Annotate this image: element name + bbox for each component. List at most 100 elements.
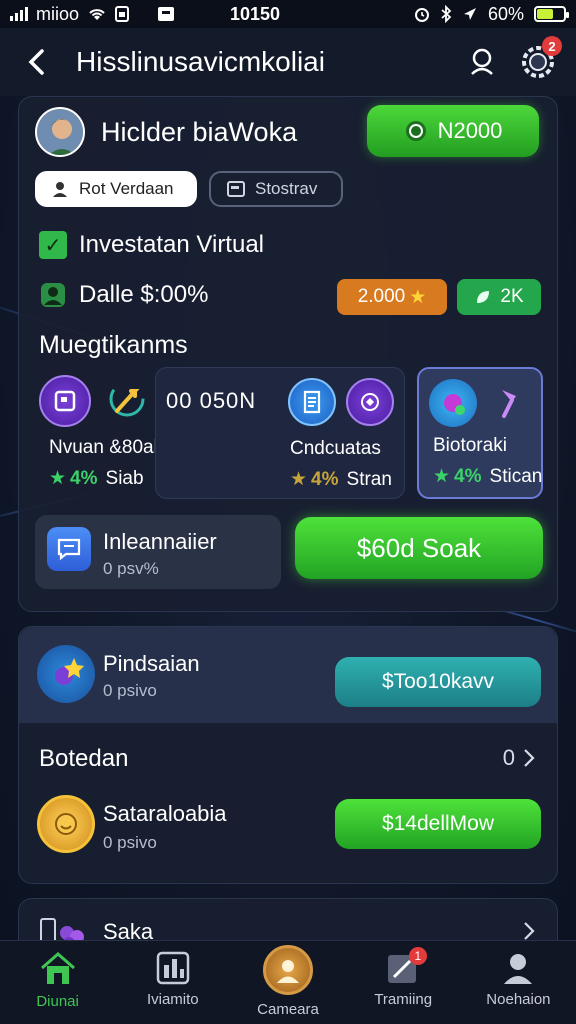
account-tab-secondary-label: Stostrav [255, 179, 318, 198]
wifi-icon [89, 9, 105, 20]
info-title: Inleannaiier [103, 529, 217, 554]
notification-app-icon [158, 7, 175, 21]
nav-training-badge: 1 [408, 947, 427, 965]
leaf-icon [477, 291, 490, 303]
offer-row-2-title: Sataraloabia [103, 801, 227, 826]
home-icon [40, 952, 75, 984]
check-icon: ✓ [39, 231, 67, 259]
daily-row: Dalle $:00% [39, 281, 208, 309]
tile-2-sub: ★ 4% Stran [290, 468, 392, 491]
tile-1-sub: ★ 4% Siab [49, 467, 144, 490]
offer-row-2-sub: 0 psivo [103, 833, 157, 852]
category-tile-3[interactable]: Biotoraki ★ 4% Stican [417, 367, 543, 499]
category-tile-1[interactable]: Nvuan &80akdat ★ 4% Siab [29, 367, 190, 499]
invest-row[interactable]: ✓ Investatan Virtual [39, 231, 264, 259]
invest-label: Investatan Virtual [79, 231, 265, 258]
search-icon [471, 48, 493, 75]
document-icon [288, 378, 336, 426]
nav-item-home[interactable]: Diunai [0, 941, 115, 1024]
account-tab-primary-label: Rot Verdaan [79, 179, 174, 198]
coin-value: 2.000 [357, 286, 406, 307]
battery-fill [537, 9, 553, 19]
location-icon [463, 8, 476, 20]
chevron-left-icon [28, 49, 44, 75]
offer-row-1-title: Pindsaian [103, 651, 200, 676]
star-gem-icon [37, 645, 95, 703]
card-icon [227, 181, 245, 197]
hammer-icon [487, 379, 535, 427]
profile-card: Hiclder biaWoka N2000 Rot Verdaan Stostr… [18, 96, 558, 612]
info-box[interactable]: Inleannaiier 0 psv% [35, 515, 281, 589]
camera-avatar-icon [263, 945, 313, 995]
coin-chip[interactable]: 2.000 ★ [337, 279, 447, 315]
nav-item-stats[interactable]: Iviamito [115, 941, 230, 1024]
tile-3-pct: 4% [454, 465, 482, 487]
battery-percent: 60% [487, 3, 524, 24]
offer-row-2-button[interactable]: $14dellMow [335, 799, 541, 849]
signal-icon [10, 7, 28, 21]
k-value: 2K [500, 286, 524, 307]
video-icon [39, 375, 91, 427]
star-icon: ★ [49, 468, 67, 489]
nav-item-profile[interactable]: Noehaion [461, 941, 576, 1024]
nav-profile-label: Noehaion [486, 991, 551, 1008]
person-badge-icon [41, 283, 65, 307]
offer-row-1[interactable]: Pindsaian 0 psivo $Too10kavv [19, 627, 557, 723]
search-button[interactable] [462, 42, 502, 82]
avatar[interactable] [35, 107, 85, 157]
chat-icon [47, 527, 91, 571]
tile-3-label: Biotoraki [433, 435, 507, 456]
nav-home-label: Diunai [36, 993, 79, 1010]
star-icon: ★ [290, 469, 308, 490]
user-icon [53, 182, 67, 197]
alarm-icon [414, 8, 429, 22]
settings-button[interactable]: 2 [518, 36, 562, 82]
daily-label: Dalle $:00% [79, 281, 209, 308]
notification-badge: 2 [542, 36, 562, 56]
chevron-right-icon [524, 749, 535, 767]
nav-item-camera[interactable]: Cameara [230, 941, 345, 1024]
globe-icon [429, 379, 477, 427]
back-button[interactable] [18, 44, 54, 80]
nav-stats-label: Iviamito [146, 991, 199, 1008]
star-icon: ★ [433, 466, 451, 487]
tile-1-pct: 4% [70, 467, 98, 489]
page-title: Hisslinusavicmkoliai [76, 46, 325, 77]
tile-1-sub-label: Siab [105, 467, 144, 489]
section-title: Muegtikanms [39, 331, 188, 359]
balance-button[interactable]: N2000 [367, 105, 539, 157]
carrier-label: miioo [36, 3, 80, 24]
share-icon [346, 378, 394, 426]
chevron-right-icon [524, 922, 535, 940]
nav-item-training[interactable]: 1 Tramiing [346, 941, 461, 1024]
info-sub: 0 psv% [103, 559, 159, 578]
section-subheading: Botedan [39, 745, 129, 772]
app-header: Hisslinusavicmkoliai 2 [0, 28, 576, 96]
sim-icon [115, 6, 130, 22]
section-count: 0 [502, 745, 515, 770]
offers-card: Pindsaian 0 psivo $Too10kavv Botedan 0 S… [18, 626, 558, 884]
coin-face-icon [37, 795, 95, 853]
k-chip[interactable]: 2K [457, 279, 541, 315]
nav-camera-label: Cameara [257, 1001, 319, 1018]
tile-3-sub: ★ 4% Stican [433, 465, 542, 488]
growth-arrow-icon [107, 379, 147, 419]
account-tab-secondary[interactable]: Stostrav [209, 171, 343, 207]
category-tile-2[interactable]: 00 050N Cndcuatas ★ 4% Stran [155, 367, 405, 499]
bottom-nav: Diunai Iviamito Cameara 1 Tramiing Noeha… [0, 940, 576, 1024]
offer-row-1-button[interactable]: $Too10kavv [335, 657, 541, 707]
tile-2-sub-label: Stran [346, 468, 392, 490]
profile-name: Hiclder biaWoka [101, 117, 298, 147]
primary-action-button[interactable]: $60d Soak [295, 517, 543, 579]
profile-icon [504, 954, 533, 984]
tile-2-label: Cndcuatas [290, 438, 381, 459]
status-bar: miioo 10150 60% [0, 0, 576, 28]
nav-training-label: Tramiing [374, 991, 433, 1008]
bluetooth-icon [441, 5, 452, 23]
section-subheading-more[interactable]: 0 [503, 745, 535, 771]
tile-2-pct: 4% [311, 468, 339, 490]
account-tab-primary[interactable]: Rot Verdaan [35, 171, 197, 207]
chart-icon [156, 951, 190, 985]
offer-row-1-sub: 0 psivo [103, 681, 157, 700]
coin-star-icon: ★ [409, 286, 427, 308]
